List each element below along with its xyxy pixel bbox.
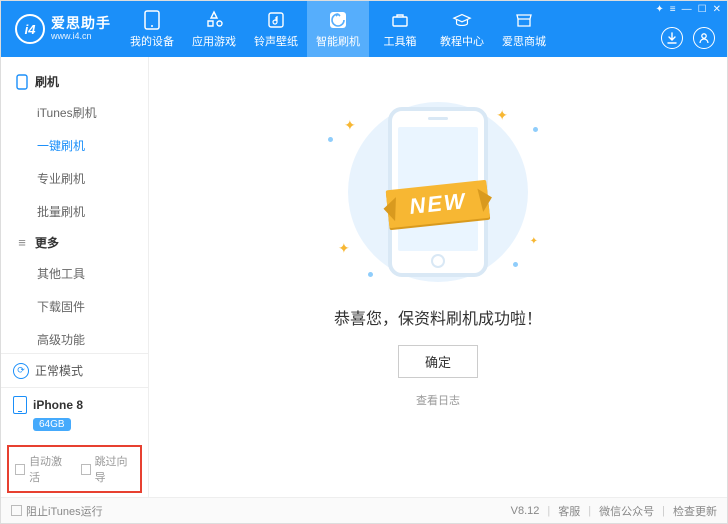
brand-name: 爱思助手: [51, 16, 111, 31]
sidebar-item-itunes-flash[interactable]: iTunes刷机: [1, 96, 148, 129]
star-icon: ✦: [530, 236, 538, 247]
success-illustration: ✦ ✦ ✦ ✦ NEW: [308, 97, 568, 287]
download-button[interactable]: [661, 27, 683, 49]
block-itunes-label: 阻止iTunes运行: [26, 503, 103, 519]
minimize-icon[interactable]: —: [682, 5, 692, 15]
nav-my-device[interactable]: 我的设备: [121, 1, 183, 57]
titlebar: i4 爱思助手 www.i4.cn 我的设备 应用游戏 铃声壁纸 智能刷机: [1, 1, 727, 57]
maximize-icon[interactable]: ☐: [698, 5, 707, 15]
device-name: iPhone 8: [33, 398, 83, 412]
device-panel[interactable]: iPhone 8 64GB: [1, 387, 148, 441]
option-skip-guide[interactable]: 跳过向导: [81, 453, 135, 485]
phone-icon: [142, 10, 162, 30]
option-label: 跳过向导: [95, 453, 134, 485]
store-icon: [514, 10, 534, 30]
apps-icon: [204, 10, 224, 30]
sidebar-item-pro-flash[interactable]: 专业刷机: [1, 162, 148, 195]
menu-icon[interactable]: ≡: [670, 5, 676, 15]
ok-button[interactable]: 确定: [398, 345, 478, 378]
nav-store[interactable]: 爱思商城: [493, 1, 555, 57]
logo-icon: i4: [15, 14, 45, 44]
footer-link-support[interactable]: 客服: [558, 503, 580, 519]
options-highlight: 自动激活 跳过向导: [7, 445, 142, 493]
sidebar-item-advanced[interactable]: 高级功能: [1, 323, 148, 353]
success-message: 恭喜您，保资料刷机成功啦！: [334, 305, 542, 329]
version-label: V8.12: [511, 505, 540, 517]
block-itunes-checkbox[interactable]: 阻止iTunes运行: [11, 503, 103, 519]
star-icon: ✦: [496, 107, 508, 124]
nav-tutorials[interactable]: 教程中心: [431, 1, 493, 57]
flash-icon: [328, 10, 348, 30]
main-content: ✦ ✦ ✦ ✦ NEW 恭喜您，保资料刷机成功啦！ 确定 查看日志: [149, 57, 727, 497]
footer-link-wechat[interactable]: 微信公众号: [599, 503, 654, 519]
skin-icon[interactable]: ✦: [655, 5, 663, 15]
nav-label: 铃声壁纸: [254, 33, 298, 49]
nav-label: 爱思商城: [502, 33, 546, 49]
mode-label: 正常模式: [35, 362, 83, 379]
nav-label: 我的设备: [130, 33, 174, 49]
main-nav: 我的设备 应用游戏 铃声壁纸 智能刷机 工具箱 教程中心: [121, 1, 555, 57]
list-icon: ≡: [15, 236, 29, 250]
sidebar-item-batch-flash[interactable]: 批量刷机: [1, 195, 148, 228]
sidebar: 刷机 iTunes刷机 一键刷机 专业刷机 批量刷机 ≡ 更多 其他工具 下载固…: [1, 57, 149, 497]
refresh-icon: ⟳: [13, 363, 29, 379]
footer-link-update[interactable]: 检查更新: [673, 503, 717, 519]
statusbar: 阻止iTunes运行 V8.12 | 客服 | 微信公众号 | 检查更新: [1, 497, 727, 523]
nav-ringtones-wallpapers[interactable]: 铃声壁纸: [245, 1, 307, 57]
sidebar-item-other-tools[interactable]: 其他工具: [1, 257, 148, 290]
view-log-link[interactable]: 查看日志: [416, 392, 460, 408]
nav-label: 智能刷机: [316, 33, 360, 49]
storage-badge: 64GB: [33, 418, 71, 431]
nav-apps-games[interactable]: 应用游戏: [183, 1, 245, 57]
device-icon: [13, 396, 27, 414]
brand-url: www.i4.cn: [51, 32, 111, 42]
group-title: 刷机: [35, 73, 59, 90]
window-controls: ✦ ≡ — ☐ ✕: [655, 5, 721, 15]
user-button[interactable]: [693, 27, 715, 49]
toolbox-icon: [390, 10, 410, 30]
sidebar-group-more: ≡ 更多: [1, 228, 148, 257]
nav-label: 应用游戏: [192, 33, 236, 49]
phone-outline-icon: [15, 75, 29, 89]
brand-logo: i4 爱思助手 www.i4.cn: [1, 14, 121, 44]
nav-label: 教程中心: [440, 33, 484, 49]
note-icon: [266, 10, 286, 30]
cap-icon: [452, 10, 472, 30]
sidebar-group-flash: 刷机: [1, 67, 148, 96]
nav-toolbox[interactable]: 工具箱: [369, 1, 431, 57]
close-icon[interactable]: ✕: [713, 5, 721, 15]
sidebar-item-oneclick-flash[interactable]: 一键刷机: [1, 129, 148, 162]
group-title: 更多: [35, 234, 59, 251]
sidebar-item-download-firmware[interactable]: 下载固件: [1, 290, 148, 323]
star-icon: ✦: [338, 240, 350, 257]
star-icon: ✦: [344, 117, 356, 134]
option-label: 自动激活: [29, 453, 68, 485]
nav-label: 工具箱: [384, 33, 417, 49]
option-auto-activate[interactable]: 自动激活: [15, 453, 69, 485]
nav-smart-flash[interactable]: 智能刷机: [307, 1, 369, 57]
mode-indicator[interactable]: ⟳ 正常模式: [1, 353, 148, 387]
